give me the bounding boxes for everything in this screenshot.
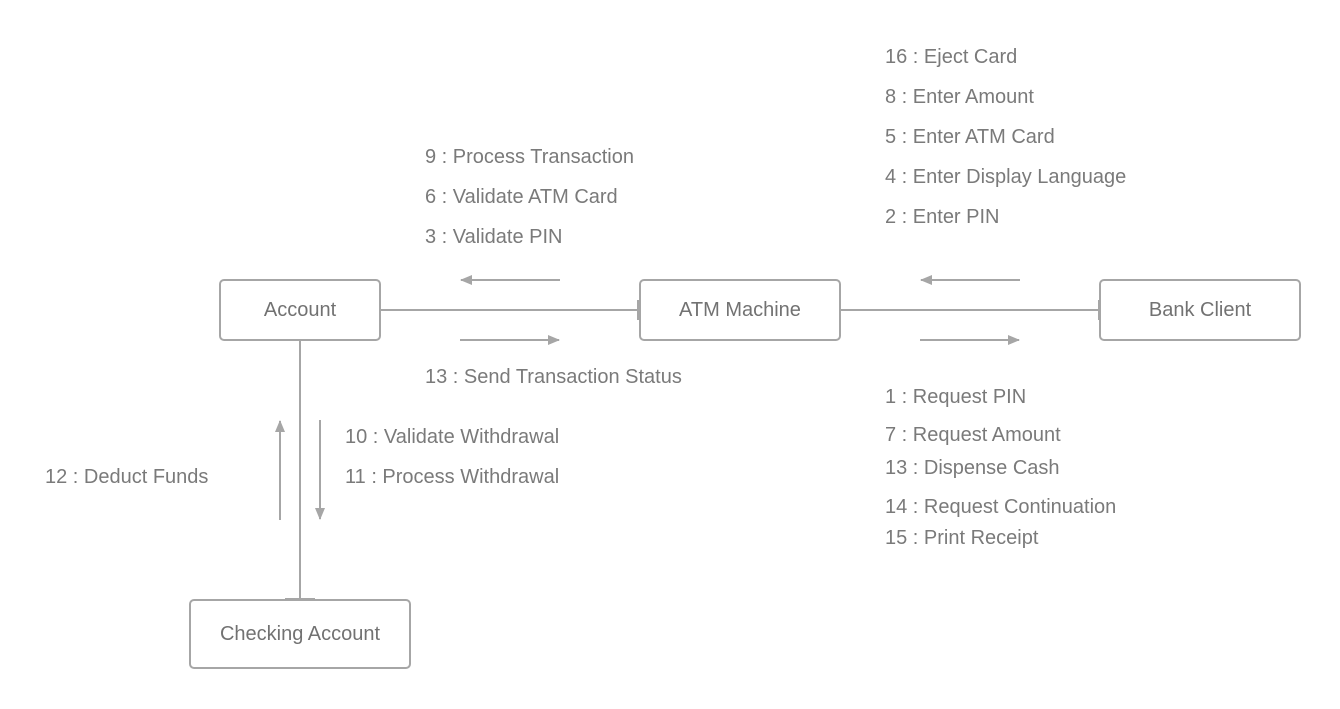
communication-diagram: Account ATM Machine Bank Client Checking… <box>0 0 1340 709</box>
message-label: 16 : Eject Card <box>885 46 1018 68</box>
message-label: 14 : Request Continuation <box>885 496 1117 518</box>
message-label: 13 : Dispense Cash <box>885 457 1060 479</box>
message-label: 12 : Deduct Funds <box>45 466 209 488</box>
node-bank-client[interactable]: Bank Client <box>1099 279 1301 341</box>
message-label: 11 : Process Withdrawal <box>345 466 560 488</box>
message-label: 3 : Validate PIN <box>425 226 563 248</box>
message-label: 2 : Enter PIN <box>885 206 1000 228</box>
node-bank-client-label: Bank Client <box>1148 298 1252 321</box>
message-label: 10 : Validate Withdrawal <box>345 426 560 448</box>
message-label: 15 : Print Receipt <box>885 527 1039 549</box>
node-checking-account[interactable]: Checking Account <box>189 599 411 669</box>
message-label: 1 : Request PIN <box>885 386 1027 408</box>
message-label: 13 : Send Transaction Status <box>425 366 682 388</box>
message-label: 6 : Validate ATM Card <box>425 186 618 208</box>
node-atm-machine-label: ATM Machine <box>679 298 801 321</box>
message-label: 4 : Enter Display Language <box>885 166 1127 188</box>
message-label: 5 : Enter ATM Card <box>885 126 1055 148</box>
node-account[interactable]: Account <box>219 279 381 341</box>
message-label: 9 : Process Transaction <box>425 146 634 168</box>
message-label: 7 : Request Amount <box>885 424 1061 446</box>
node-checking-account-label: Checking Account <box>219 622 381 645</box>
message-label: 8 : Enter Amount <box>885 86 1034 108</box>
node-account-label: Account <box>263 298 337 321</box>
node-atm-machine[interactable]: ATM Machine <box>639 279 841 341</box>
